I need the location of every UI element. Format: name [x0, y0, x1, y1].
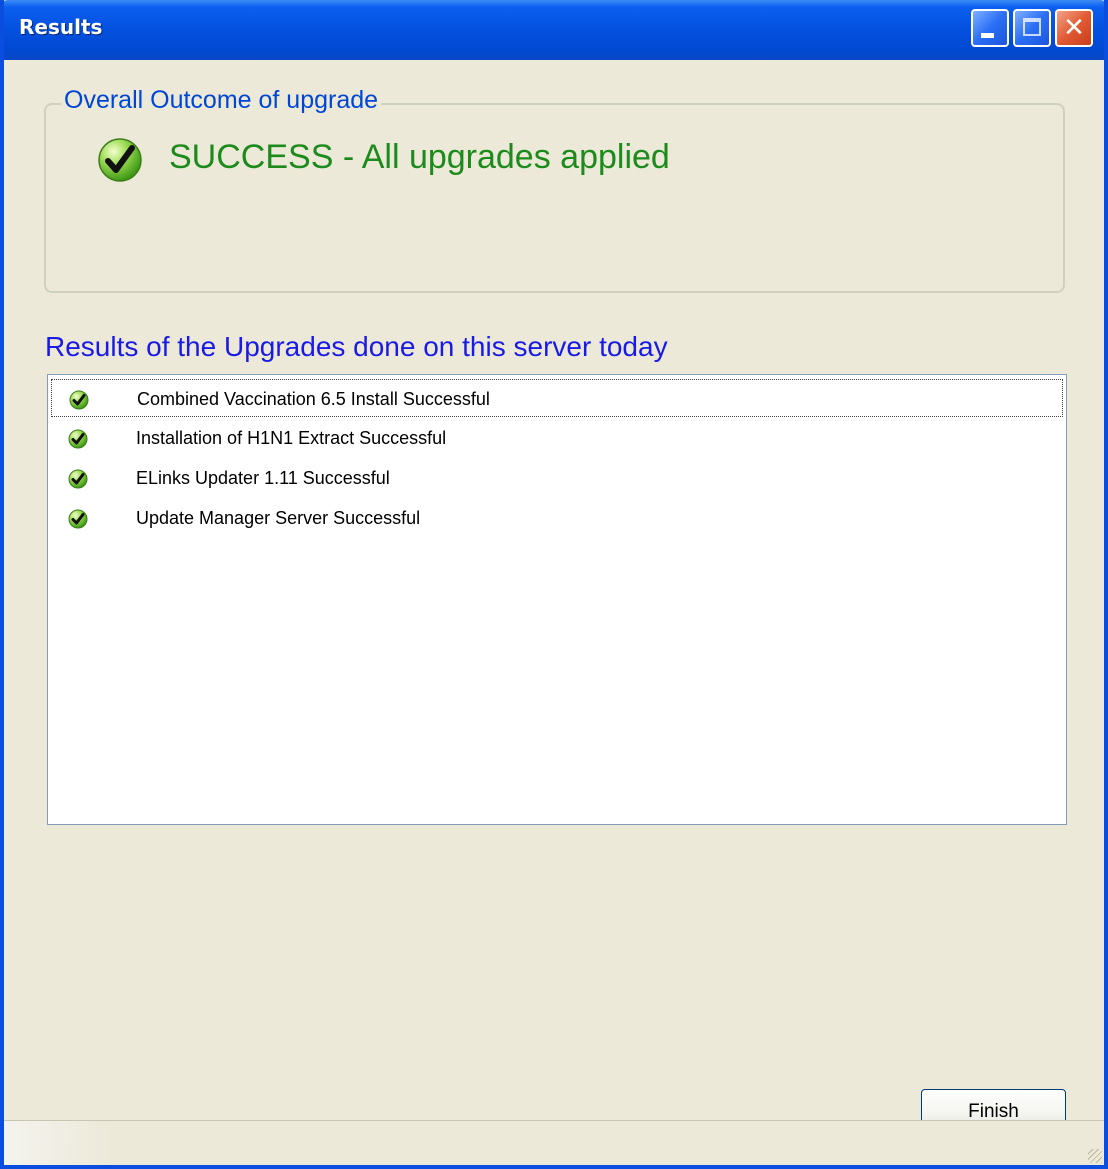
- list-item[interactable]: ELinks Updater 1.11 Successful: [51, 459, 1063, 497]
- outcome-groupbox: [44, 103, 1065, 293]
- outcome-status-text: SUCCESS - All upgrades applied: [169, 138, 670, 176]
- list-item-label: Update Manager Server Successful: [136, 508, 421, 528]
- list-item-label: ELinks Updater 1.11 Successful: [136, 468, 390, 488]
- results-list[interactable]: Combined Vaccination 6.5 Install Success…: [47, 374, 1067, 825]
- list-item-label: Installation of H1N1 Extract Successful: [136, 428, 447, 448]
- green-checkmark-icon: [69, 390, 89, 410]
- list-item[interactable]: Combined Vaccination 6.5 Install Success…: [51, 379, 1063, 417]
- size-grip-icon[interactable]: [1088, 1149, 1102, 1163]
- close-button[interactable]: ✕: [1055, 9, 1093, 47]
- list-item[interactable]: Installation of H1N1 Extract Successful: [51, 419, 1063, 457]
- results-window: Results ✕ Overall Outcome of upgrade SUC…: [0, 0, 1108, 1169]
- results-heading: Results of the Upgrades done on this ser…: [45, 331, 668, 362]
- list-item-label: Combined Vaccination 6.5 Install Success…: [137, 389, 490, 409]
- outcome-group-label: Overall Outcome of upgrade: [61, 86, 382, 115]
- maximize-button[interactable]: [1013, 9, 1051, 47]
- close-icon: ✕: [1063, 13, 1085, 43]
- list-item[interactable]: Update Manager Server Successful: [51, 499, 1063, 537]
- window-title: Results: [19, 15, 103, 39]
- green-checkmark-icon: [68, 509, 88, 529]
- green-checkmark-icon: [68, 429, 88, 449]
- green-checkmark-icon: [68, 469, 88, 489]
- green-checkmark-icon: [98, 138, 142, 182]
- status-bar: [4, 1120, 1104, 1165]
- title-bar[interactable]: Results ✕: [4, 0, 1104, 60]
- minimize-button[interactable]: [971, 9, 1009, 47]
